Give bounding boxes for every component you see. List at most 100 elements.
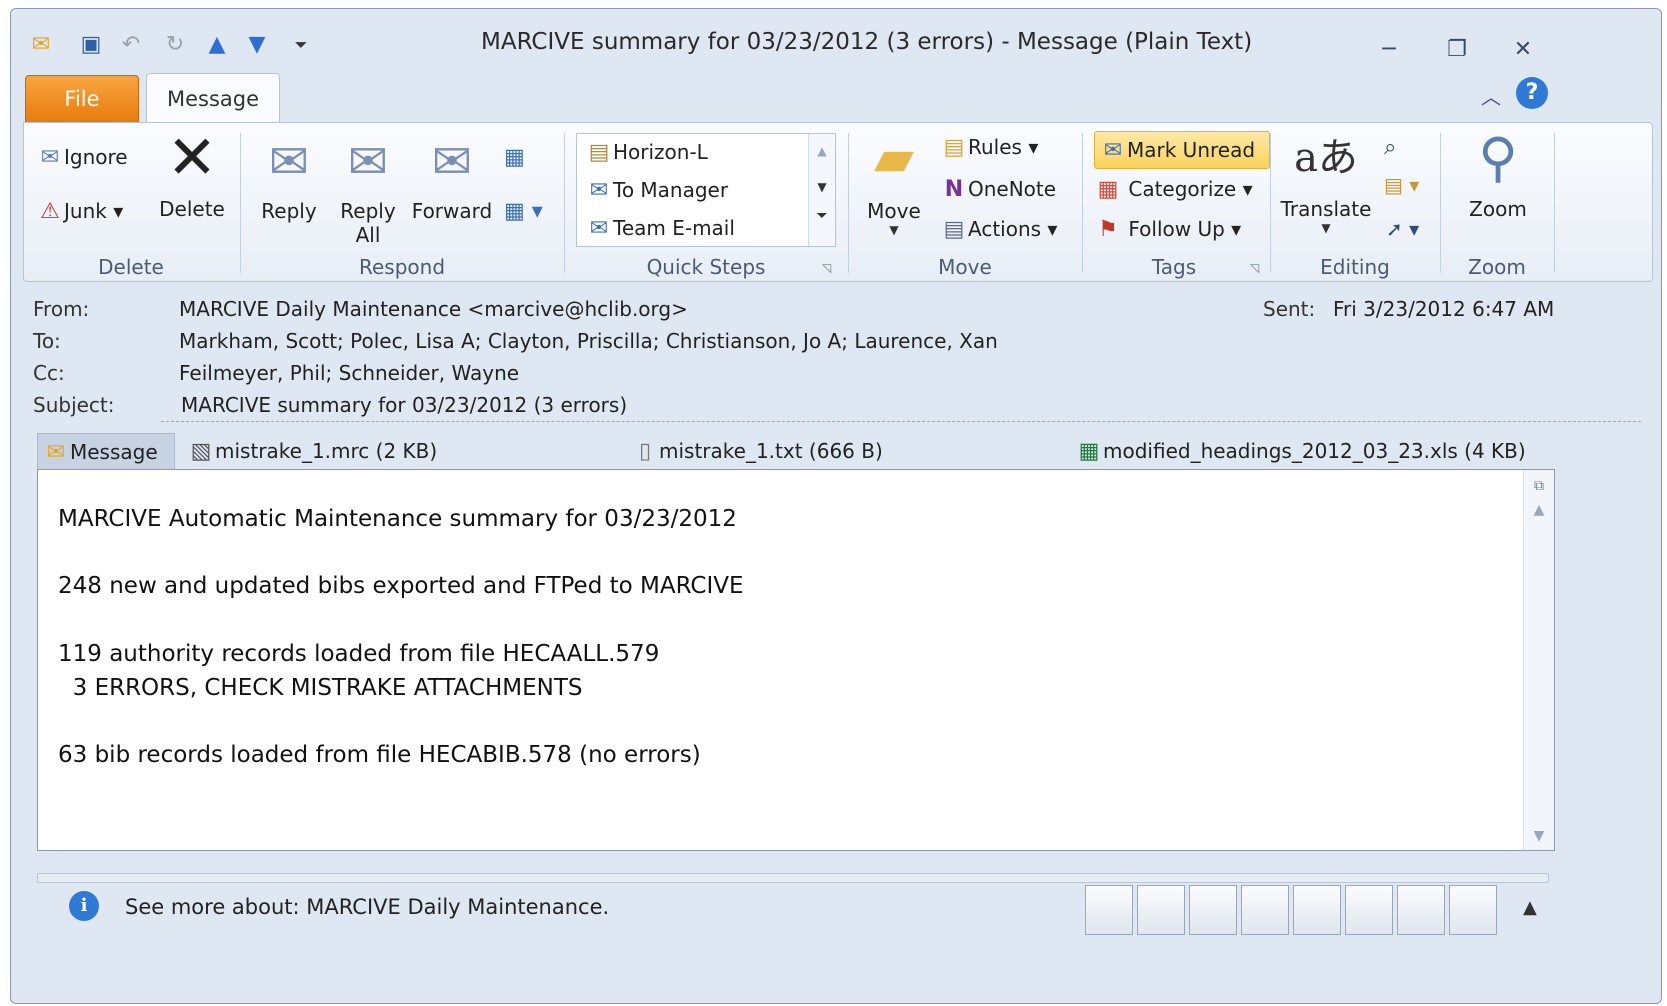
mail-icon[interactable]: ✉ bbox=[27, 31, 55, 59]
folder-move-icon: ▤ bbox=[588, 140, 610, 165]
close-icon[interactable]: ✕ bbox=[1505, 37, 1541, 62]
attachment-mrc[interactable]: ▧ mistrake_1.mrc (2 KB) bbox=[187, 433, 438, 470]
translate-button[interactable]: aあ Translate ▼ bbox=[1278, 129, 1374, 235]
undo-icon[interactable]: ↶ bbox=[117, 31, 145, 59]
up-arrow-icon[interactable]: ▲ bbox=[203, 31, 231, 59]
redo-icon[interactable]: ↻ bbox=[161, 31, 189, 59]
expand-gallery-icon[interactable]: ⏷ bbox=[809, 208, 835, 224]
find-icon[interactable]: ⌕ bbox=[1384, 135, 1396, 160]
scroll-down-icon[interactable]: ▼ bbox=[1524, 828, 1554, 844]
to-value[interactable]: Markham, Scott; Polec, Lisa A; Clayton, … bbox=[179, 329, 998, 353]
ribbon: ✉ Ignore ⚠ Junk ▾ ✕ Delete Delete ✉ Reply … bbox=[23, 122, 1653, 282]
reply-button[interactable]: ✉ Reply bbox=[252, 133, 326, 223]
avatar[interactable] bbox=[1189, 885, 1237, 935]
group-divider bbox=[1440, 133, 1441, 273]
cc-label: Cc: bbox=[33, 361, 65, 385]
from-label: From: bbox=[33, 297, 90, 321]
rules-button[interactable]: ▤ Rules ▾ bbox=[940, 135, 1039, 160]
rules-icon: ▤ bbox=[943, 135, 965, 160]
group-divider bbox=[564, 133, 565, 273]
body-line: 3 ERRORS, CHECK MISTRAKE ATTACHMENTS bbox=[58, 675, 583, 701]
forward-button[interactable]: ✉ Forward bbox=[410, 133, 494, 223]
scroll-up-icon[interactable]: ▲ bbox=[809, 144, 835, 158]
follow-up-button[interactable]: ⚑ Follow Up ▾ bbox=[1094, 217, 1241, 242]
categorize-button[interactable]: ▦ Categorize ▾ bbox=[1094, 177, 1253, 202]
quick-steps-scrollbar[interactable]: ▲ ▼ ⏷ bbox=[808, 134, 835, 246]
group-divider bbox=[1554, 133, 1555, 273]
tab-message[interactable]: Message bbox=[146, 73, 280, 124]
attachment-xls[interactable]: ▦ modified_headings_2012_03_23.xls (4 KB) bbox=[1075, 433, 1526, 470]
body-line: 63 bib records loaded from file HECABIB.… bbox=[58, 742, 701, 768]
people-pane: i See more about: MARCIVE Daily Maintena… bbox=[23, 867, 1653, 997]
scroll-up-icon[interactable]: ▲ bbox=[1524, 502, 1554, 518]
quick-step-team-email[interactable]: ✉ Team E-mail bbox=[585, 216, 735, 241]
see-more-link[interactable]: See more about: MARCIVE Daily Maintenanc… bbox=[125, 895, 609, 919]
tab-file[interactable]: File bbox=[25, 75, 139, 123]
more-respond-icon[interactable]: ▦ ▾ bbox=[504, 199, 543, 224]
group-divider bbox=[1082, 133, 1083, 273]
body-scrollbar[interactable]: ⧉ ▲ ▼ bbox=[1523, 470, 1554, 850]
actions-icon: ▤ bbox=[943, 217, 965, 242]
outlook-message-window: ✉ ▣ ↶ ↻ ▲ ▼ ⏷ MARCIVE summary for 03/23/… bbox=[10, 8, 1662, 1004]
title-bar: ✉ ▣ ↶ ↻ ▲ ▼ ⏷ MARCIVE summary for 03/23/… bbox=[11, 9, 1661, 71]
delete-x-icon: ✕ bbox=[166, 123, 218, 193]
sent-value: Fri 3/23/2012 6:47 AM bbox=[1333, 297, 1555, 321]
collapse-ribbon-icon[interactable]: ︿ bbox=[1481, 81, 1501, 110]
related-icon[interactable]: ▤ ▾ bbox=[1384, 173, 1419, 197]
expand-people-pane-icon[interactable]: ▲ bbox=[1523, 897, 1537, 918]
mark-unread-button[interactable]: ✉ Mark Unread bbox=[1094, 131, 1270, 169]
quick-steps-gallery: ▤ Horizon-L ✉ To Manager ✉ Team E-mail ▲ ▼ … bbox=[576, 133, 836, 247]
body-line: 248 new and updated bibs exported and FT… bbox=[58, 573, 744, 599]
group-label-editing: Editing bbox=[1320, 255, 1390, 279]
avatar[interactable] bbox=[1085, 885, 1133, 935]
from-value[interactable]: MARCIVE Daily Maintenance <marcive@hclib… bbox=[179, 297, 688, 321]
scroll-down-icon[interactable]: ▼ bbox=[809, 180, 835, 194]
select-icon[interactable]: ➚ ▾ bbox=[1386, 217, 1419, 241]
avatar[interactable] bbox=[1449, 885, 1497, 935]
mark-unread-icon: ✉ bbox=[1103, 138, 1123, 163]
save-icon[interactable]: ▣ bbox=[77, 31, 105, 59]
meeting-icon[interactable]: ▦ bbox=[504, 145, 525, 170]
people-pane-splitter[interactable] bbox=[37, 873, 1549, 883]
body-line: MARCIVE Automatic Maintenance summary fo… bbox=[58, 506, 737, 532]
actions-button[interactable]: ▤ Actions ▾ bbox=[940, 217, 1058, 242]
group-divider bbox=[848, 133, 849, 273]
group-label-respond: Respond bbox=[358, 255, 446, 279]
message-body[interactable]: MARCIVE Automatic Maintenance summary fo… bbox=[37, 469, 1555, 851]
attachment-txt[interactable]: ▯ mistrake_1.txt (666 B) bbox=[631, 433, 883, 470]
onenote-button[interactable]: N OneNote bbox=[940, 177, 1056, 202]
group-label-move: Move bbox=[938, 255, 992, 279]
minimize-icon[interactable]: ─ bbox=[1371, 37, 1407, 62]
message-attachment-tab[interactable]: ✉ Message bbox=[37, 433, 175, 471]
avatar[interactable] bbox=[1241, 885, 1289, 935]
file-icon: ▧ bbox=[190, 439, 212, 464]
group-label-delete: Delete bbox=[98, 255, 164, 279]
text-file-icon: ▯ bbox=[638, 439, 652, 464]
magnifier-icon: ⚲ bbox=[1478, 126, 1518, 189]
zoom-button[interactable]: ⚲ Zoom bbox=[1448, 126, 1548, 222]
junk-button[interactable]: ⚠ Junk ▾ bbox=[36, 199, 123, 224]
avatar[interactable] bbox=[1137, 885, 1185, 935]
header-divider bbox=[161, 421, 1641, 422]
subject-value: MARCIVE summary for 03/23/2012 (3 errors… bbox=[181, 393, 628, 417]
cc-value[interactable]: Feilmeyer, Phil; Schneider, Wayne bbox=[179, 361, 519, 385]
avatar[interactable] bbox=[1293, 885, 1341, 935]
restore-icon[interactable]: ❐ bbox=[1439, 37, 1475, 62]
move-button[interactable]: ▰ Move ▼ bbox=[856, 129, 932, 237]
ignore-button[interactable]: ✉ Ignore bbox=[36, 145, 128, 170]
split-icon[interactable]: ⧉ bbox=[1524, 478, 1554, 494]
quick-step-horizon-l[interactable]: ▤ Horizon-L bbox=[585, 140, 708, 165]
avatar[interactable] bbox=[1397, 885, 1445, 935]
delete-button[interactable]: ✕ Delete bbox=[156, 123, 228, 221]
down-arrow-icon[interactable]: ▼ bbox=[243, 31, 271, 59]
customize-qat-icon[interactable]: ⏷ bbox=[287, 31, 315, 59]
onenote-icon: N bbox=[944, 177, 964, 202]
to-label: To: bbox=[33, 329, 61, 353]
quick-step-to-manager[interactable]: ✉ To Manager bbox=[585, 178, 728, 203]
help-icon[interactable]: ? bbox=[1516, 77, 1548, 109]
window-title: MARCIVE summary for 03/23/2012 (3 errors… bbox=[481, 29, 1253, 55]
info-icon: i bbox=[69, 891, 99, 921]
avatar[interactable] bbox=[1345, 885, 1393, 935]
reply-all-button[interactable]: ✉ Reply All bbox=[330, 133, 406, 247]
junk-icon: ⚠ bbox=[40, 199, 60, 224]
